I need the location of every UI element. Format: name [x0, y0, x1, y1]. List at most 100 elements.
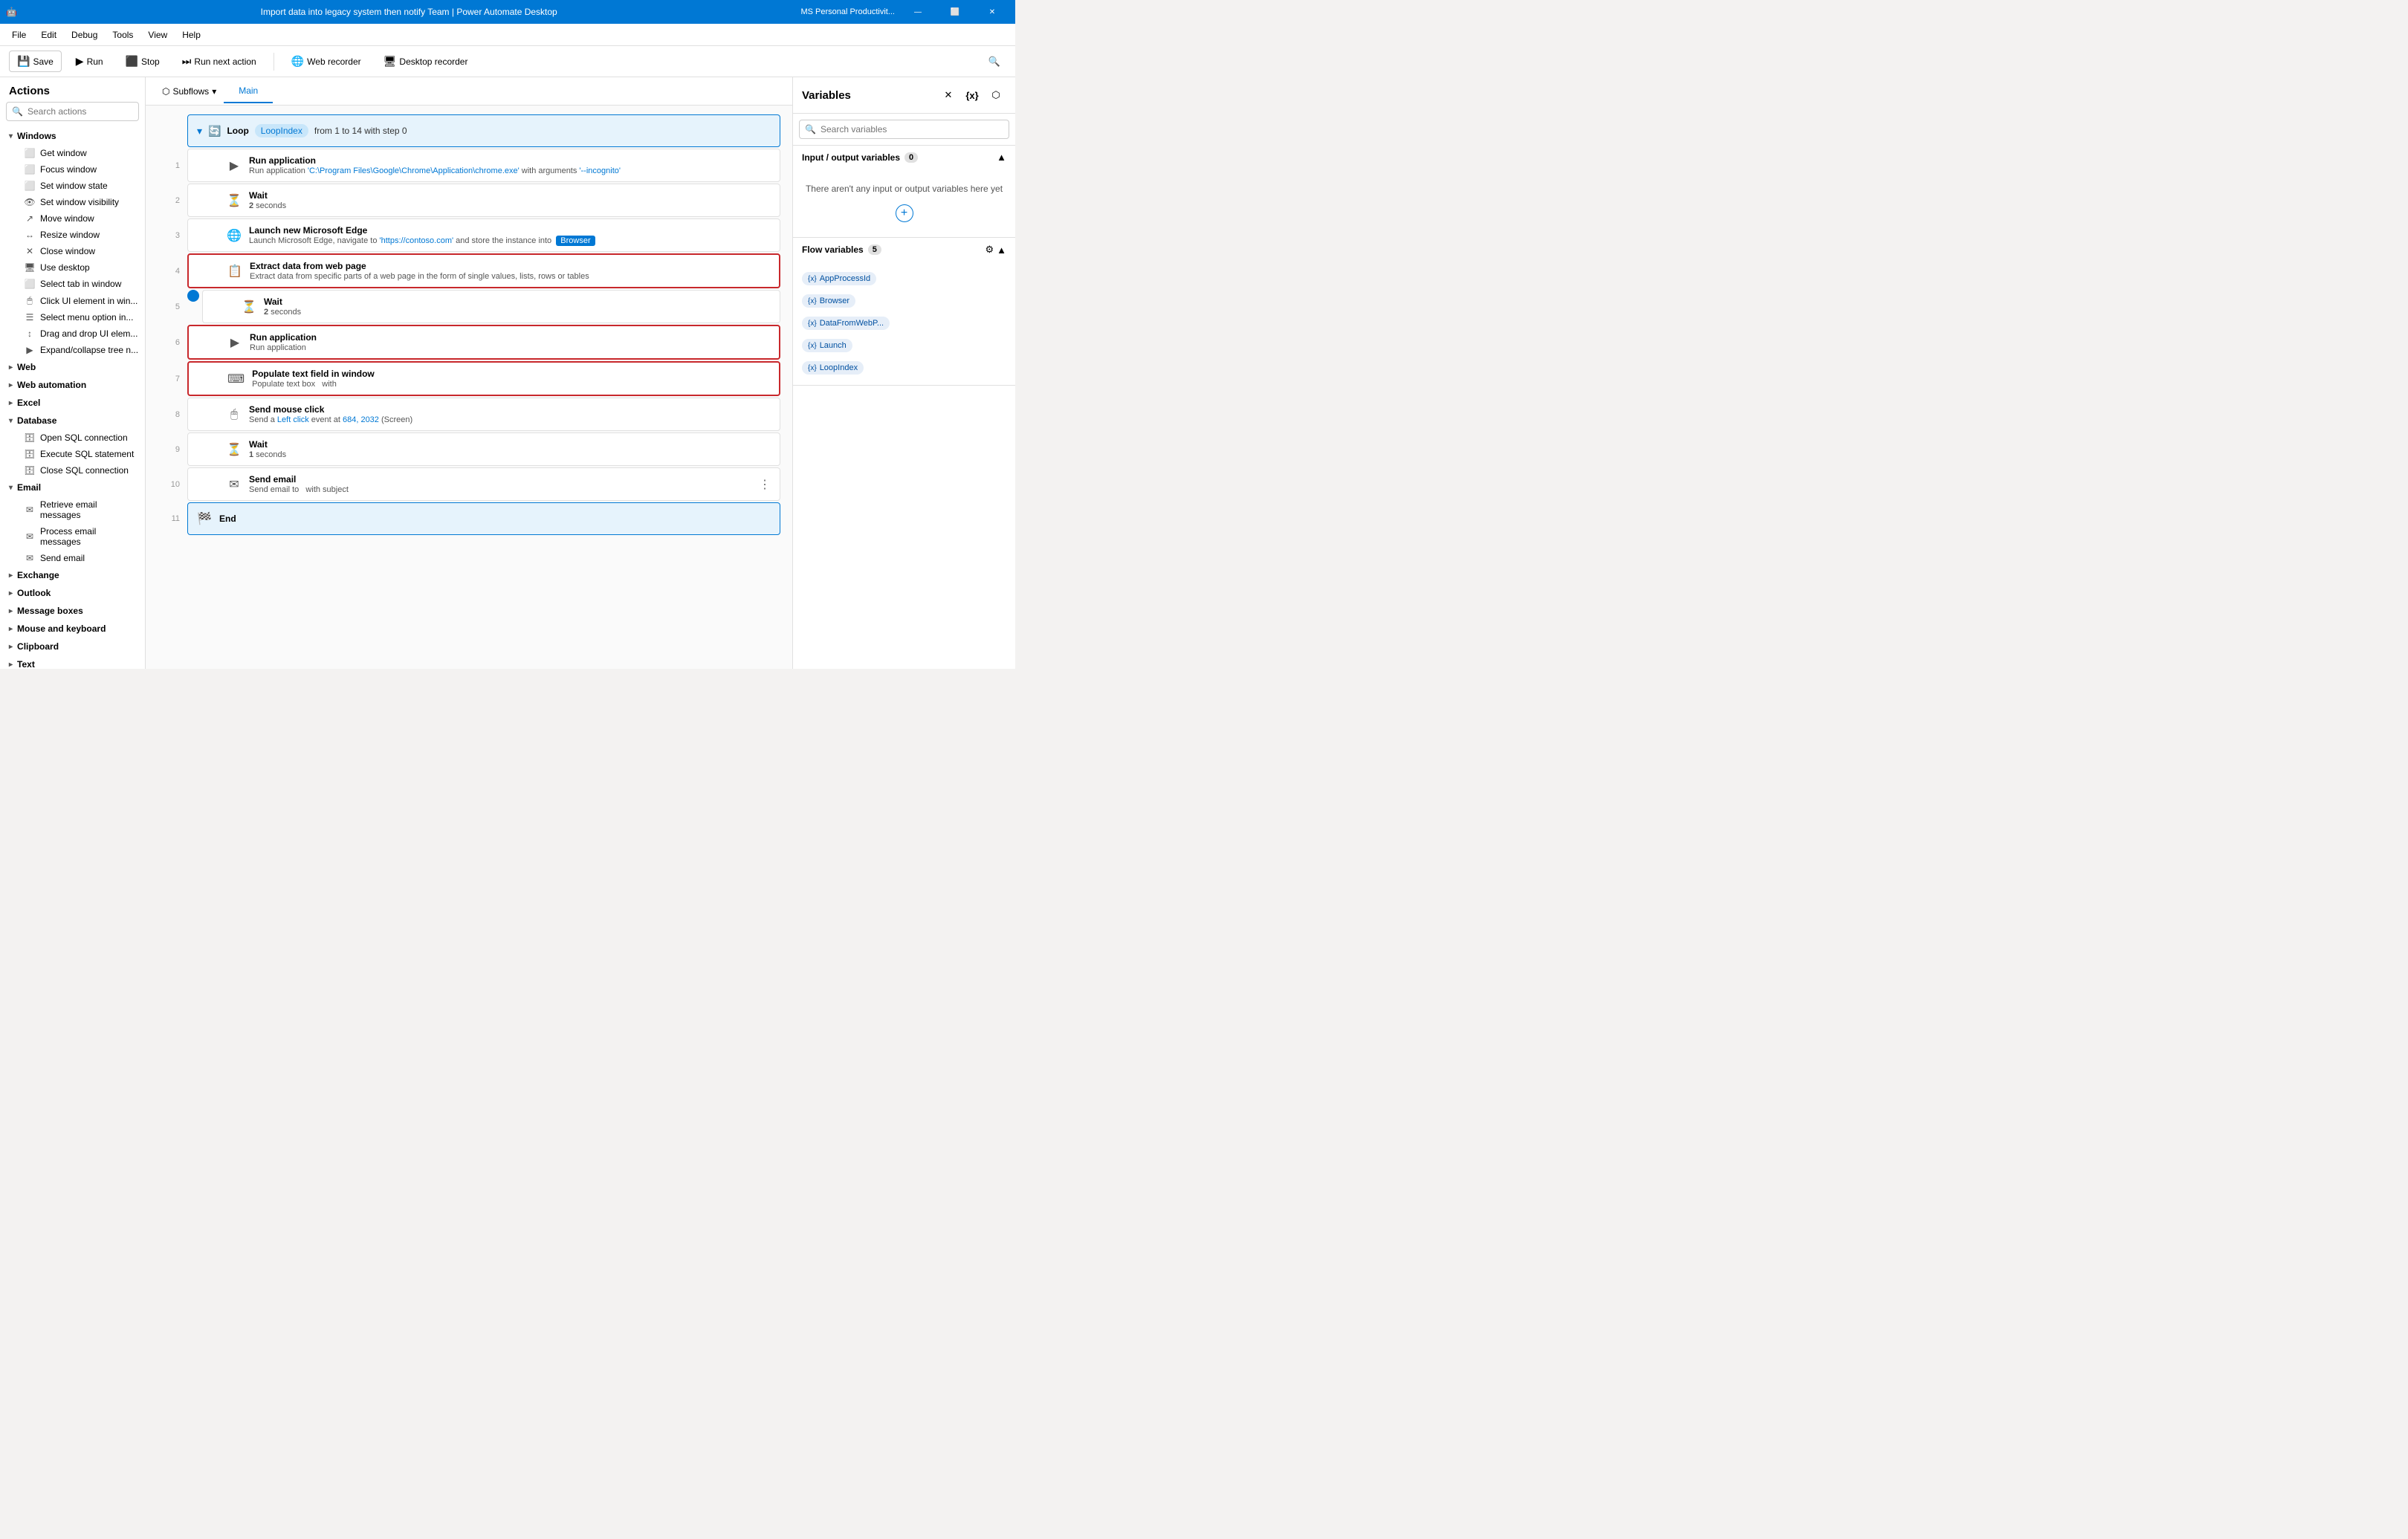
- actions-list: ▾Windows⬜Get window⬜Focus window⬜Set win…: [0, 127, 145, 669]
- menu-file[interactable]: File: [6, 27, 32, 43]
- tree-item-close-sql-connection[interactable]: 🗄Close SQL connection: [0, 462, 145, 479]
- menu-debug[interactable]: Debug: [65, 27, 103, 43]
- tree-group-label: Text: [17, 659, 35, 669]
- tree-group-header-excel[interactable]: ▸Excel: [0, 394, 145, 412]
- step-title-7: Populate text field in window: [252, 369, 770, 379]
- step-content-3[interactable]: 🌐 Launch new Microsoft Edge Launch Micro…: [187, 218, 780, 252]
- stop-button[interactable]: ⬛ Stop: [117, 51, 168, 72]
- tree-item-retrieve-email-messages[interactable]: ✉Retrieve email messages: [0, 496, 145, 523]
- step-content-2[interactable]: ⏳ Wait 2 seconds: [187, 184, 780, 217]
- tree-item-set-window-state[interactable]: ⬜Set window state: [0, 178, 145, 194]
- variables-extra-button[interactable]: ⬡: [985, 85, 1006, 106]
- step-menu-button[interactable]: ⋮: [759, 477, 771, 492]
- variables-close-button[interactable]: ✕: [938, 85, 959, 106]
- main-tab[interactable]: Main: [224, 80, 273, 103]
- loop-step-content[interactable]: ▾ 🔄 Loop LoopIndex from 1 to 14 with ste…: [187, 114, 780, 147]
- web-recorder-icon: 🌐: [291, 55, 304, 68]
- flow-step-8: 8 🖱 Send mouse click Send a Left click e…: [158, 398, 780, 431]
- step-content-5[interactable]: ⏳ Wait 2 seconds: [202, 290, 780, 323]
- loop-collapse-icon[interactable]: ▾: [197, 125, 202, 137]
- tree-group-header-database[interactable]: ▾Database: [0, 412, 145, 430]
- tree-group-label: Excel: [17, 398, 40, 408]
- add-input-output-button[interactable]: +: [896, 204, 913, 222]
- tree-group-header-mouse-and-keyboard[interactable]: ▸Mouse and keyboard: [0, 620, 145, 638]
- desktop-recorder-button[interactable]: 🖥 Desktop recorder: [375, 51, 476, 72]
- flow-variable-item-appprocessid[interactable]: {x}AppProcessId: [793, 268, 1015, 290]
- step-content-8[interactable]: 🖱 Send mouse click Send a Left click eve…: [187, 398, 780, 431]
- menu-view[interactable]: View: [142, 27, 173, 43]
- step-content-7[interactable]: ⌨ Populate text field in window Populate…: [187, 361, 780, 396]
- tree-item-expand-collapse-tree-n[interactable]: ▶Expand/collapse tree n...: [0, 342, 145, 358]
- web-recorder-button[interactable]: 🌐 Web recorder: [283, 51, 369, 72]
- web-recorder-label: Web recorder: [307, 56, 360, 67]
- end-step-content[interactable]: 🏁 End: [187, 502, 780, 535]
- search-actions-input[interactable]: [6, 102, 139, 121]
- tree-group-header-outlook[interactable]: ▸Outlook: [0, 584, 145, 602]
- close-button[interactable]: ✕: [975, 0, 1009, 24]
- step-number: [158, 114, 187, 147]
- search-variables-input[interactable]: [799, 120, 1009, 139]
- tree-item-drag-and-drop-ui-elem[interactable]: ↕Drag and drop UI elem...: [0, 325, 145, 342]
- tree-item-resize-window[interactable]: ↔Resize window: [0, 227, 145, 243]
- variables-fx-button[interactable]: {x}: [962, 85, 983, 106]
- menu-edit[interactable]: Edit: [35, 27, 62, 43]
- flow-variable-item-browser[interactable]: {x}Browser: [793, 290, 1015, 312]
- tree-item-move-window[interactable]: ↗Move window: [0, 210, 145, 227]
- flow-variables-section-header[interactable]: Flow variables 5 ⚙ ▲: [793, 238, 1015, 262]
- maximize-button[interactable]: ⬜: [938, 0, 972, 24]
- tree-item-label: Use desktop: [40, 262, 90, 273]
- step-content-6[interactable]: ▶ Run application Run application: [187, 325, 780, 360]
- step-title-2: Wait: [249, 190, 771, 201]
- desktop-recorder-icon: 🖥: [383, 55, 397, 68]
- tree-group-clipboard: ▸Clipboard: [0, 638, 145, 655]
- flow-variables-filter-icon[interactable]: ⚙: [985, 244, 994, 256]
- tree-item-label: Resize window: [40, 230, 100, 240]
- tree-item-select-menu-option-in[interactable]: ☰Select menu option in...: [0, 309, 145, 325]
- menu-help[interactable]: Help: [176, 27, 207, 43]
- tree-item-process-email-messages[interactable]: ✉Process email messages: [0, 523, 145, 550]
- tree-group-header-message-boxes[interactable]: ▸Message boxes: [0, 602, 145, 620]
- tree-group-header-email[interactable]: ▾Email: [0, 479, 145, 496]
- item-icon: ↗: [24, 213, 36, 224]
- tree-group-header-web-automation[interactable]: ▸Web automation: [0, 376, 145, 394]
- tree-group-header-windows[interactable]: ▾Windows: [0, 127, 145, 145]
- flow-variable-item-launch[interactable]: {x}Launch: [793, 334, 1015, 357]
- item-icon: 🗄: [24, 449, 36, 459]
- tree-item-send-email[interactable]: ✉Send email: [0, 550, 145, 566]
- tree-group-label: Mouse and keyboard: [17, 623, 106, 634]
- tree-group-header-clipboard[interactable]: ▸Clipboard: [0, 638, 145, 655]
- tree-item-close-window[interactable]: ✕Close window: [0, 243, 145, 259]
- tree-item-click-ui-element-in-win[interactable]: 🖱Click UI element in win...: [0, 292, 145, 309]
- tree-item-execute-sql-statement[interactable]: 🗄Execute SQL statement: [0, 446, 145, 462]
- tree-item-focus-window[interactable]: ⬜Focus window: [0, 161, 145, 178]
- minimize-button[interactable]: —: [901, 0, 935, 24]
- menu-tools[interactable]: Tools: [106, 27, 139, 43]
- run-next-button[interactable]: ⏭ Run next action: [174, 51, 265, 72]
- input-output-variables-section: Input / output variables 0 ▲ There aren'…: [793, 146, 1015, 238]
- tree-group-header-web[interactable]: ▸Web: [0, 358, 145, 376]
- flow-variable-item-datafromwebp[interactable]: {x}DataFromWebP...: [793, 312, 1015, 334]
- subflows-bar: ⬡ Subflows ▾ Main: [146, 77, 792, 106]
- step-number-10: 10: [158, 467, 187, 501]
- tree-item-select-tab-in-window[interactable]: ⬜Select tab in window: [0, 276, 145, 292]
- flow-variable-item-loopindex[interactable]: {x}LoopIndex: [793, 357, 1015, 379]
- save-button[interactable]: 💾 Save: [9, 51, 62, 72]
- tree-group-header-exchange[interactable]: ▸Exchange: [0, 566, 145, 584]
- chevron-icon: ▸: [9, 607, 13, 615]
- step-content-4[interactable]: 📋 Extract data from web page Extract dat…: [187, 253, 780, 288]
- step-content-10[interactable]: ✉ Send email Send email to with subject …: [187, 467, 780, 501]
- tree-item-open-sql-connection[interactable]: 🗄Open SQL connection: [0, 430, 145, 446]
- toolbar-search-button[interactable]: 🔍: [983, 50, 1006, 74]
- actions-panel: Actions 🔍 ▾Windows⬜Get window⬜Focus wind…: [0, 77, 146, 669]
- tree-group-header-text[interactable]: ▸Text: [0, 655, 145, 669]
- tree-item-label: Focus window: [40, 164, 97, 175]
- input-output-section-header[interactable]: Input / output variables 0 ▲: [793, 146, 1015, 169]
- step-content-1[interactable]: ▶ Run application Run application 'C:\Pr…: [187, 149, 780, 182]
- step-text-7: Populate text field in window Populate t…: [252, 369, 770, 389]
- tree-item-use-desktop[interactable]: 🖥Use desktop: [0, 259, 145, 276]
- subflows-button[interactable]: ⬡ Subflows ▾: [155, 82, 224, 100]
- tree-item-set-window-visibility[interactable]: 👁Set window visibility: [0, 194, 145, 210]
- run-button[interactable]: ▶ Run: [68, 51, 111, 72]
- tree-item-get-window[interactable]: ⬜Get window: [0, 145, 145, 161]
- step-content-9[interactable]: ⏳ Wait 1 seconds: [187, 432, 780, 466]
